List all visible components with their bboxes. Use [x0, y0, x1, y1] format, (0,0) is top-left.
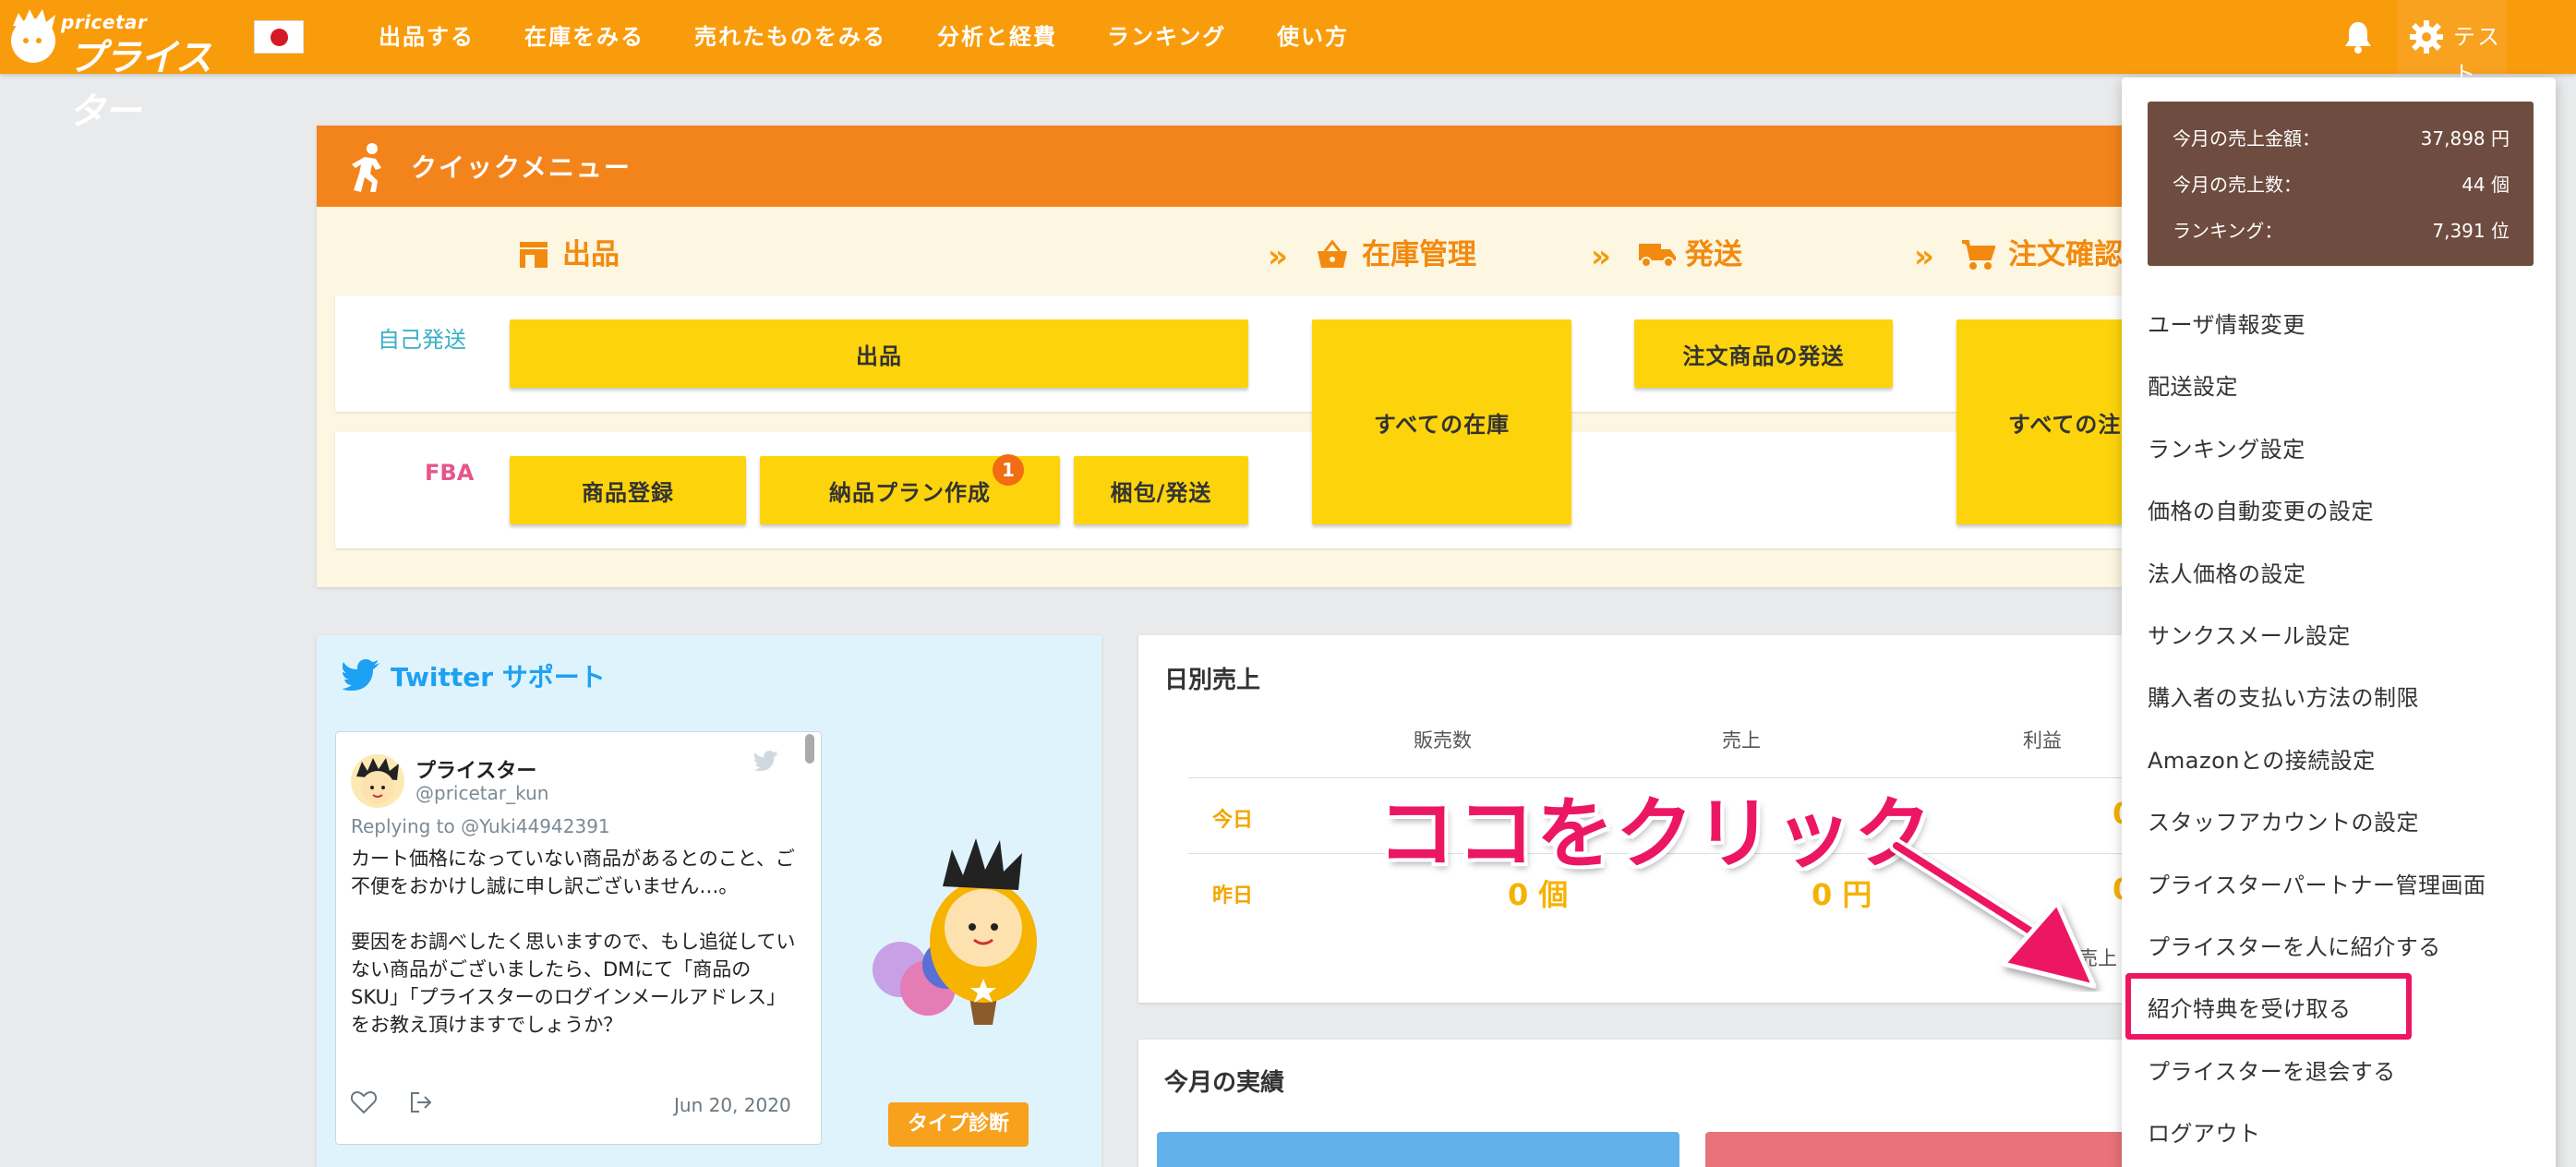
menu-amazon-connection[interactable]: Amazonとの接続設定 — [2148, 742, 2376, 775]
tweet-date[interactable]: Jun 20, 2020 — [674, 1094, 791, 1116]
menu-refer-friend[interactable]: プライスターを人に紹介する — [2148, 929, 2441, 961]
stat-value-sales-count: 44 個 — [2462, 174, 2510, 196]
nav-how-to[interactable]: 使い方 — [1277, 18, 1349, 55]
monthly-results-panel: 今月の実績 — [1138, 1040, 2191, 1167]
stat-label-sales-count: 今月の売上数： — [2173, 174, 2302, 196]
menu-auto-price-settings[interactable]: 価格の自動変更の設定 — [2148, 493, 2374, 525]
avatar[interactable] — [351, 754, 404, 808]
highlight-box — [2125, 973, 2412, 1040]
gear-icon — [2410, 20, 2443, 54]
mascot-character-icon — [873, 838, 1037, 1025]
tweet-author-name[interactable]: プライスター — [415, 754, 536, 784]
menu-thanks-mail-settings[interactable]: サンクスメール設定 — [2148, 618, 2351, 650]
stat-label-ranking: ランキング： — [2173, 220, 2283, 242]
ship-orders-button[interactable]: 注文商品の発送 — [1634, 319, 1893, 388]
menu-partner-dashboard[interactable]: プライスターパートナー管理画面 — [2148, 867, 2486, 899]
twitter-logo-icon[interactable] — [753, 751, 779, 771]
self-ship-label: 自己発送 — [378, 327, 466, 353]
register-item-button[interactable]: 商品登録 — [510, 456, 746, 524]
nav-listing[interactable]: 出品する — [379, 18, 475, 55]
listing-button[interactable]: 出品 — [510, 319, 1248, 388]
logo-main-text: プライスター — [68, 37, 212, 133]
bell-icon[interactable] — [2343, 20, 2373, 54]
truck-icon — [1639, 244, 1676, 268]
step-arrow-icon: » — [1591, 238, 1611, 275]
stat-label-sales-amount: 今月の売上金額： — [2173, 127, 2320, 150]
monthly-profit-card[interactable] — [1705, 1132, 2191, 1167]
today-label: 今日 — [1212, 809, 1254, 832]
quick-menu-title: クイックメニュー — [411, 152, 632, 183]
heart-icon[interactable] — [351, 1090, 377, 1114]
menu-user-info[interactable]: ユーザ情報変更 — [2148, 307, 2305, 339]
pointer-arrow-icon — [1889, 838, 2097, 989]
monthly-results-title: 今月の実績 — [1164, 1069, 1285, 1097]
nav-ranking[interactable]: ランキング — [1107, 18, 1226, 55]
top-navigation-bar: pricetar プライスター 出品する 在庫をみる 売れたものをみる 分析と経… — [0, 0, 2576, 133]
store-icon — [520, 242, 548, 268]
menu-business-price-settings[interactable]: 法人価格の設定 — [2148, 556, 2306, 588]
mascot-logo-icon — [11, 9, 55, 63]
nav-inventory[interactable]: 在庫をみる — [524, 18, 644, 55]
twitter-bird-icon — [343, 659, 379, 691]
scrollbar[interactable] — [805, 734, 814, 764]
column-header-profit: 利益 — [2023, 729, 2062, 752]
all-inventory-button[interactable]: すべての在庫 — [1312, 319, 1571, 524]
tweet-reply-to[interactable]: Replying to @Yuki44942391 — [351, 815, 610, 837]
twitter-panel-title: Twitter サポート — [391, 662, 606, 692]
menu-payment-restriction[interactable]: 購入者の支払い方法の制限 — [2148, 680, 2419, 712]
nav-analysis[interactable]: 分析と経費 — [937, 18, 1057, 55]
quick-menu-header: クイックメニュー — [317, 126, 2191, 207]
tweet-card[interactable]: プライスター @pricetar_kun Replying to @Yuki44… — [335, 731, 822, 1145]
menu-cancel-account[interactable]: プライスターを退会する — [2148, 1053, 2396, 1086]
all-orders-button[interactable]: すべての注 — [1956, 319, 2141, 524]
fba-label: FBA — [425, 460, 475, 486]
running-person-icon — [352, 143, 381, 192]
nav-sold-items[interactable]: 売れたものをみる — [694, 18, 886, 55]
tweet-text: カート価格になっていない商品があるとのこと、ご 不便をおかけし誠に申し訳ございま… — [351, 848, 796, 1036]
daily-sales-title: 日別売上 — [1164, 667, 1261, 694]
cart-icon — [1962, 240, 1995, 270]
step-arrow-icon: » — [1268, 238, 1288, 275]
menu-staff-account[interactable]: スタッフアカウントの設定 — [2148, 804, 2419, 836]
monthly-stats-box: 今月の売上金額： 37,898 円 今月の売上数： 44 個 ランキング： 7,… — [2148, 102, 2534, 266]
menu-shipping-settings[interactable]: 配送設定 — [2148, 368, 2238, 401]
column-header-count: 販売数 — [1414, 729, 1472, 752]
step-arrow-icon: » — [1914, 238, 1934, 275]
click-here-annotation: ココをクリック — [1378, 788, 1934, 879]
user-menu-toggle[interactable]: テスト — [2398, 0, 2507, 87]
pack-ship-button[interactable]: 梱包/発送 — [1074, 456, 1248, 524]
basket-icon — [1318, 240, 1347, 268]
menu-logout[interactable]: ログアウト — [2148, 1115, 2261, 1148]
share-icon[interactable] — [408, 1090, 434, 1114]
yesterday-label: 昨日 — [1212, 884, 1254, 908]
tweet-author-handle[interactable]: @pricetar_kun — [415, 782, 548, 804]
menu-ranking-settings[interactable]: ランキング設定 — [2148, 431, 2305, 463]
stat-value-sales-amount: 37,898 円 — [2420, 127, 2510, 150]
column-header-sales: 売上 — [1722, 729, 1761, 752]
pricetar-logo[interactable]: pricetar プライスター — [6, 6, 241, 133]
notification-badge: 1 — [993, 454, 1024, 486]
stat-value-ranking: 7,391 位 — [2432, 220, 2510, 242]
type-diagnosis-button[interactable]: タイプ診断 — [888, 1102, 1029, 1147]
japan-flag-icon[interactable] — [254, 20, 304, 54]
monthly-sales-card[interactable] — [1157, 1132, 1679, 1167]
